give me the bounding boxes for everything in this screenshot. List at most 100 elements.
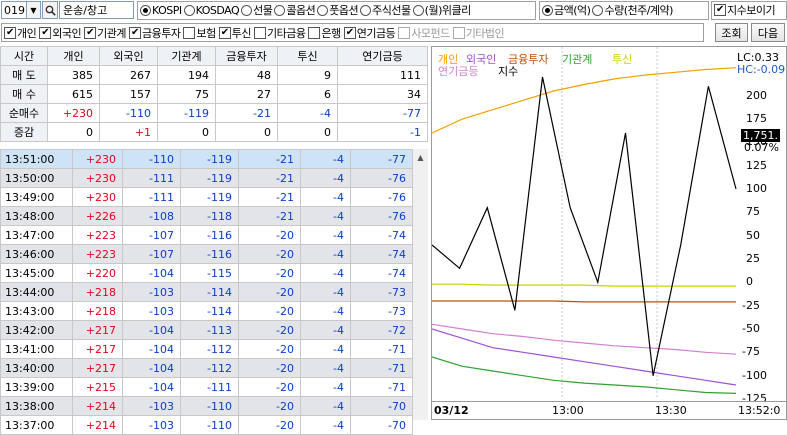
code-dropdown-button[interactable]: ▼ [27,1,41,19]
query-button[interactable]: 조회 [715,23,748,42]
radio-dot [274,4,286,16]
value-cell: -110 [180,415,239,435]
value-cell: -119 [180,187,239,207]
value-cell: -119 [180,168,239,188]
radio-amount[interactable]: 금액(억) [542,2,591,18]
radio-kospi[interactable]: KOSPI [140,4,182,17]
summary-cell: 0 [47,122,100,142]
table-row[interactable]: 13:49:00 +230 -111 -119 -21 -4 -76 [0,187,413,207]
summary-body: 매 도 385 267 194 48 9 111 매 수 615 157 75 27 6 34 순매수 +23… [0,65,428,142]
table-row[interactable]: 13:39:00 +215 -104 -111 -20 -4 -71 [0,377,413,397]
value-cell: -74 [350,244,413,264]
filter-checkbox-5[interactable]: ✔ 투신 [218,25,251,41]
value-cell: -20 [238,244,301,264]
value-cell: -115 [180,263,239,283]
filter-label: 기타금융 [266,26,306,40]
value-cell: -104 [122,263,181,283]
value-cell: -74 [350,263,413,283]
radio-stock-futures[interactable]: 주식선물 [360,2,411,18]
value-cell: -4 [300,396,351,416]
investor-flow-chart[interactable]: 개인 외국인 금융투자 기관계 투신 연기금등 지수 LC:0.33 HC:-0.09 20… [431,46,787,420]
table-row[interactable]: 13:38:00 +214 -103 -110 -20 -4 -70 [0,396,413,416]
table-row[interactable]: 13:37:00 +214 -103 -110 -20 -4 -70 [0,415,413,435]
filter-label: 연기금등 [356,26,396,40]
summary-cell: -119 [157,103,216,123]
table-row[interactable]: 13:41:00 +217 -104 -112 -20 -4 -71 [0,339,413,359]
radio-call-option[interactable]: 콜옵션 [274,2,316,18]
filter-checkbox-6[interactable]: 기타금융 [253,25,306,41]
value-cell: -20 [238,339,301,359]
radio-put-option[interactable]: 풋옵션 [317,2,359,18]
value-cell: +217 [72,339,123,359]
summary-cell: -21 [215,103,278,123]
value-cell: -4 [300,206,351,226]
value-cell: -21 [238,187,301,207]
time-cell: 13:38:00 [0,396,73,416]
radio-quantity[interactable]: 수량(천주/계약) [592,2,673,18]
value-cell: -73 [350,301,413,321]
summary-row: 증감 0 +1 0 0 0 -1 [0,122,428,142]
radio-label: KOSPI [152,3,182,17]
value-cell: -103 [122,415,181,435]
value-cell: -112 [180,358,239,378]
series-line-4 [432,283,736,287]
value-cell: +230 [72,168,123,188]
radio-kosdaq[interactable]: KOSDAQ [183,3,240,17]
table-row[interactable]: 13:48:00 +226 -108 -118 -21 -4 -76 [0,206,413,226]
y-tick-label: 125 [746,158,767,172]
vertical-scrollbar[interactable]: ▲ [412,149,428,420]
radio-dot [592,4,604,16]
summary-cell: 0 [277,122,338,142]
value-cell: -107 [122,225,181,245]
radio-dot [542,4,553,16]
value-cell: +223 [72,225,123,245]
value-cell: -21 [238,149,301,169]
value-cell: -104 [122,377,181,397]
summary-cell: 0 [157,122,216,142]
radio-futures[interactable]: 선물 [241,2,273,18]
summary-row: 순매수 +230 -110 -119 -21 -4 -77 [0,103,428,123]
value-cell: -4 [300,282,351,302]
value-cell: -113 [180,320,239,340]
next-button[interactable]: 다음 [751,23,785,42]
table-row[interactable]: 13:46:00 +223 -107 -116 -20 -4 -74 [0,244,413,264]
summary-cell: 385 [47,65,100,85]
chevron-down-icon: ▼ [30,5,37,15]
filter-checkbox-0[interactable]: ✔ 개인 [4,25,37,41]
sector-name-field[interactable]: 운송/창고 [59,1,134,19]
filter-checkbox-3[interactable]: ✔ 금융투자 [129,25,181,41]
table-row[interactable]: 13:40:00 +217 -104 -112 -20 -4 -71 [0,358,413,378]
radio-dot [140,4,151,16]
filter-checkbox-8[interactable]: ✔ 연기금등 [343,25,396,41]
table-row[interactable]: 13:47:00 +223 -107 -116 -20 -4 -74 [0,225,413,245]
filter-checkbox-7[interactable]: 은행 [308,25,341,41]
filter-checkbox-2[interactable]: ✔ 기관계 [84,25,126,41]
table-row[interactable]: 13:44:00 +218 -103 -114 -20 -4 -73 [0,282,413,302]
summary-cell: 111 [337,65,428,85]
time-cell: 13:48:00 [0,206,73,226]
filter-checkbox-4[interactable]: 보험 [183,25,216,41]
search-button[interactable] [42,1,58,19]
value-cell: -4 [300,149,351,169]
summary-cell: 27 [215,84,278,104]
value-cell: -4 [300,415,351,435]
table-row[interactable]: 13:51:00 +230 -110 -119 -21 -4 -77 [0,149,413,169]
legend-item: 연기금등 [438,65,479,78]
radio-label: KOSDAQ [195,3,240,17]
filter-checkbox-1[interactable]: ✔ 외국인 [39,25,82,41]
code-input[interactable]: 019 [1,1,27,19]
radio-label: (월)위클리 [424,4,472,17]
table-row[interactable]: 13:50:00 +230 -111 -119 -21 -4 -76 [0,168,413,188]
investor-filter-group: ✔ 개인 ✔ 외국인 ✔ 기관계 ✔ 금융투자 보험 ✔ 투신 기타금융 은행 ✔ 연기금등 사모펀드 기타법인 [1,23,704,42]
value-cell: -4 [300,301,351,321]
time-cell: 13:50:00 [0,168,73,188]
table-row[interactable]: 13:43:00 +218 -103 -114 -20 -4 -73 [0,301,413,321]
table-row[interactable]: 13:45:00 +220 -104 -115 -20 -4 -74 [0,263,413,283]
value-cell: -4 [300,377,351,397]
radio-weekly[interactable]: (월)위클리 [412,2,472,18]
scroll-up-icon[interactable]: ▲ [413,149,428,165]
time-axis: 03/12 13:00 13:30 13:52:0 [432,401,786,419]
table-row[interactable]: 13:42:00 +217 -104 -113 -20 -4 -72 [0,320,413,340]
column-header: 외국인 [99,46,158,66]
index-show-checkbox[interactable]: ✔ 지수보이기 [714,2,776,18]
